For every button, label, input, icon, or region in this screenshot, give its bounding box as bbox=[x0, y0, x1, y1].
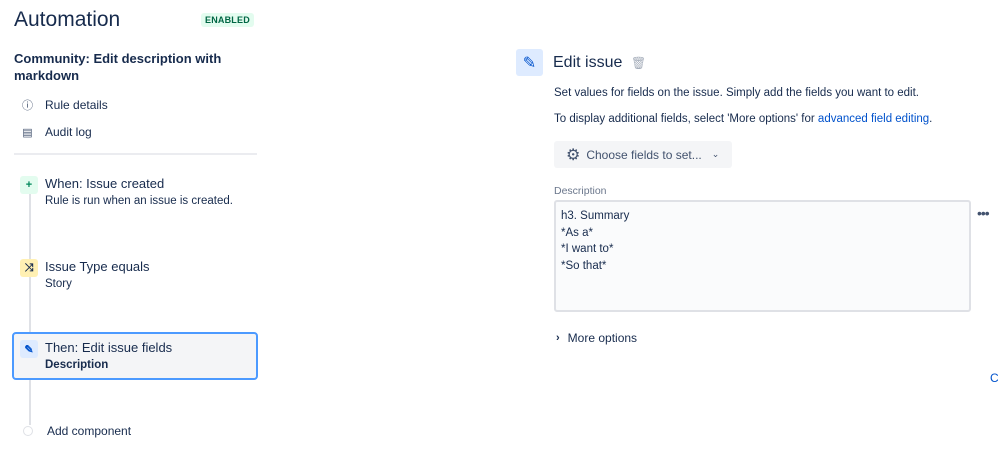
more-actions-icon[interactable]: ••• bbox=[977, 205, 990, 221]
step-condition[interactable]: ⤨ Issue Type equals Story bbox=[14, 251, 257, 298]
circle-icon bbox=[23, 426, 33, 436]
nav-rule-details[interactable]: ⓘ Rule details bbox=[22, 97, 108, 113]
hint-text: To display additional fields, select 'Mo… bbox=[554, 113, 818, 125]
truncated-link[interactable]: C bbox=[990, 371, 998, 385]
step-subtitle: Story bbox=[45, 278, 72, 290]
panel-description: Set values for fields on the issue. Simp… bbox=[554, 87, 920, 99]
add-component-label: Add component bbox=[47, 424, 132, 438]
plus-icon: + bbox=[20, 176, 38, 194]
pencil-icon: ✎ bbox=[20, 340, 38, 358]
panel-title: Edit issue bbox=[553, 54, 623, 71]
choose-fields-dropdown[interactable]: ⚙ Choose fields to set... ⌄ bbox=[554, 141, 732, 168]
step-subtitle: Description bbox=[45, 359, 109, 371]
step-title: Issue Type equals bbox=[45, 259, 150, 274]
trash-icon[interactable]: 🗑 bbox=[631, 56, 646, 70]
shuffle-icon: ⤨ bbox=[20, 259, 38, 277]
hint-suffix: . bbox=[929, 113, 933, 125]
more-options-label: More options bbox=[567, 331, 638, 345]
add-component-button[interactable]: Add component bbox=[23, 424, 131, 438]
page-title: Automation bbox=[14, 8, 121, 31]
rule-name: Community: Edit description with markdow… bbox=[14, 51, 222, 83]
description-label: Description bbox=[554, 185, 607, 197]
info-icon: ⓘ bbox=[22, 100, 33, 112]
step-title: When: Issue created bbox=[45, 176, 165, 191]
choose-fields-label: Choose fields to set... bbox=[586, 147, 702, 162]
nav-label: Audit log bbox=[45, 125, 92, 139]
status-badge: ENABLED bbox=[201, 13, 254, 27]
step-trigger[interactable]: + When: Issue created Rule is run when a… bbox=[14, 168, 257, 215]
timeline-line bbox=[29, 192, 31, 425]
panel-hint: To display additional fields, select 'Mo… bbox=[554, 113, 932, 125]
chevron-down-icon: ⌄ bbox=[711, 149, 720, 159]
step-subtitle: Rule is run when an issue is created. bbox=[45, 195, 233, 207]
chevron-right-icon: › bbox=[556, 332, 560, 344]
step-title: Then: Edit issue fields bbox=[45, 340, 173, 355]
document-icon: ▤ bbox=[22, 126, 33, 139]
pencil-icon: ✎ bbox=[516, 49, 543, 76]
nav-label: Rule details bbox=[45, 98, 108, 112]
divider bbox=[14, 153, 257, 155]
nav-audit-log[interactable]: ▤ Audit log bbox=[22, 125, 92, 139]
step-action-selected[interactable]: ✎ Then: Edit issue fields Description bbox=[12, 332, 258, 380]
advanced-field-editing-link[interactable]: advanced field editing bbox=[818, 113, 929, 125]
more-options-toggle[interactable]: › More options bbox=[556, 331, 637, 345]
description-field[interactable]: h3. Summary *As a* *I want to* *So that* bbox=[554, 200, 971, 312]
gear-icon: ⚙ bbox=[566, 146, 581, 164]
